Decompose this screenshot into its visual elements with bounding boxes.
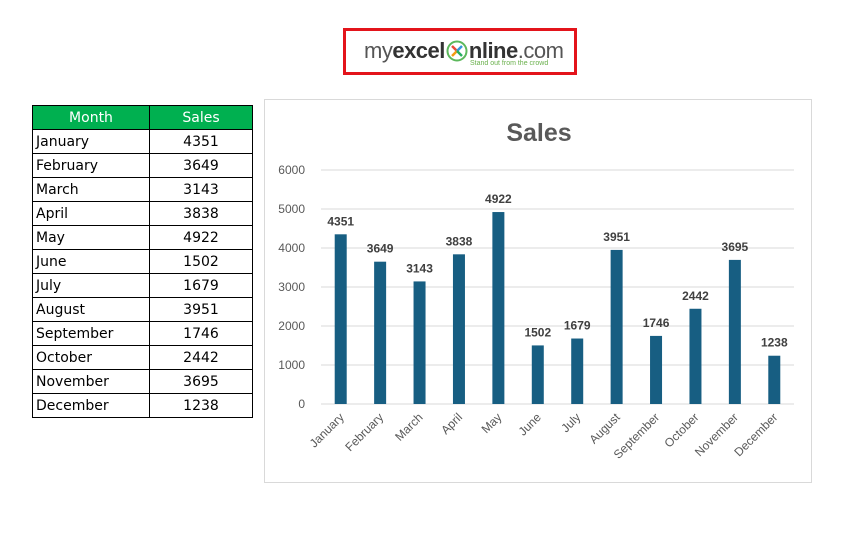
- logo-tagline: Stand out from the crowd: [470, 60, 549, 67]
- cell-sales[interactable]: 3649: [149, 153, 253, 178]
- x-tick-label: June: [516, 410, 545, 439]
- cell-month[interactable]: September: [32, 321, 150, 346]
- bar-october[interactable]: [689, 308, 702, 404]
- cell-month[interactable]: July: [32, 273, 150, 298]
- x-tick-label: July: [558, 410, 583, 435]
- bar-february[interactable]: [374, 261, 387, 404]
- cell-month[interactable]: August: [32, 297, 150, 322]
- x-axis-ticks: JanuaryFebruary March April May June July Augu…: [307, 410, 781, 462]
- table-row: May 4922: [32, 225, 253, 250]
- x-tick-label: May: [479, 410, 505, 436]
- table-row: February 3649: [32, 153, 253, 178]
- bar-january[interactable]: [334, 234, 347, 404]
- x-tick-label: December: [731, 410, 780, 459]
- cell-month[interactable]: January: [32, 129, 150, 154]
- table-row: November 3695: [32, 369, 253, 394]
- x-tick-label: February: [342, 410, 386, 454]
- table-header-row: Month Sales: [32, 105, 253, 130]
- y-tick-label: 0: [298, 397, 305, 411]
- cell-month[interactable]: November: [32, 369, 150, 394]
- data-label: 2442: [682, 289, 709, 303]
- bar-june[interactable]: [531, 345, 544, 404]
- cell-month[interactable]: May: [32, 225, 150, 250]
- cell-month[interactable]: October: [32, 345, 150, 370]
- cell-sales[interactable]: 4351: [149, 129, 253, 154]
- x-tick-label: January: [307, 410, 347, 450]
- bars: [334, 212, 781, 404]
- data-label: 4922: [485, 192, 512, 206]
- bar-april[interactable]: [452, 254, 465, 404]
- cell-month[interactable]: March: [32, 177, 150, 202]
- y-tick-label: 5000: [278, 202, 305, 216]
- cell-sales[interactable]: 4922: [149, 225, 253, 250]
- data-label: 3649: [367, 242, 394, 256]
- x-tick-label: October: [661, 410, 701, 450]
- sales-table: Month Sales January 4351 February 3649 March…: [32, 105, 253, 418]
- table-row: July 1679: [32, 273, 253, 298]
- cell-month[interactable]: April: [32, 201, 150, 226]
- header-month[interactable]: Month: [32, 105, 150, 130]
- logo-banner: myexcel nline.com Stand out from the cro…: [343, 28, 577, 75]
- data-label: 1238: [761, 336, 788, 350]
- cell-sales[interactable]: 1746: [149, 321, 253, 346]
- y-tick-label: 4000: [278, 241, 305, 255]
- data-label: 3838: [446, 234, 473, 248]
- y-axis-ticks: 0 1000 2000 3000 4000 5000 6000: [278, 163, 305, 411]
- data-label: 3143: [406, 261, 433, 275]
- logo-text-excel: excel: [392, 38, 445, 63]
- bar-march[interactable]: [413, 281, 426, 404]
- table-row: June 1502: [32, 249, 253, 274]
- data-label: 3951: [603, 230, 630, 244]
- data-label: 4351: [327, 214, 354, 228]
- gridlines: [321, 169, 794, 405]
- table-row: March 3143: [32, 177, 253, 202]
- logo-x-icon: [446, 40, 468, 62]
- table-row: September 1746: [32, 321, 253, 346]
- cell-month[interactable]: June: [32, 249, 150, 274]
- data-label: 1502: [524, 325, 551, 339]
- bar-september[interactable]: [650, 335, 663, 404]
- cell-sales[interactable]: 3695: [149, 369, 253, 394]
- y-tick-label: 6000: [278, 163, 305, 177]
- cell-month[interactable]: December: [32, 393, 150, 418]
- header-sales[interactable]: Sales: [149, 105, 253, 130]
- cell-sales[interactable]: 1679: [149, 273, 253, 298]
- y-tick-label: 2000: [278, 319, 305, 333]
- cell-sales[interactable]: 3951: [149, 297, 253, 322]
- cell-sales[interactable]: 2442: [149, 345, 253, 370]
- x-tick-label: March: [392, 410, 425, 443]
- cell-month[interactable]: February: [32, 153, 150, 178]
- bar-november[interactable]: [728, 259, 741, 404]
- table-row: April 3838: [32, 201, 253, 226]
- logo-text-my: my: [364, 38, 393, 63]
- chart-svg: Sales 0 1000 2000 3000 4000 5000 6000 4351 3649…: [278, 119, 794, 462]
- data-label: 1679: [564, 319, 591, 333]
- table-row: December 1238: [32, 393, 253, 418]
- sales-chart[interactable]: Sales 0 1000 2000 3000 4000 5000 6000 4351 3649…: [264, 99, 812, 483]
- bar-july[interactable]: [571, 338, 584, 404]
- data-label: 1746: [643, 316, 670, 330]
- x-tick-label: August: [586, 410, 623, 447]
- table-row: August 3951: [32, 297, 253, 322]
- cell-sales[interactable]: 1238: [149, 393, 253, 418]
- bar-december[interactable]: [768, 355, 781, 404]
- data-label: 3695: [722, 240, 749, 254]
- x-tick-label: April: [438, 410, 465, 437]
- cell-sales[interactable]: 3838: [149, 201, 253, 226]
- y-tick-label: 1000: [278, 358, 305, 372]
- table-row: January 4351: [32, 129, 253, 154]
- bar-august[interactable]: [610, 249, 623, 404]
- chart-title: Sales: [506, 119, 571, 147]
- bar-may[interactable]: [492, 212, 505, 404]
- y-tick-label: 3000: [278, 280, 305, 294]
- cell-sales[interactable]: 1502: [149, 249, 253, 274]
- cell-sales[interactable]: 3143: [149, 177, 253, 202]
- table-row: October 2442: [32, 345, 253, 370]
